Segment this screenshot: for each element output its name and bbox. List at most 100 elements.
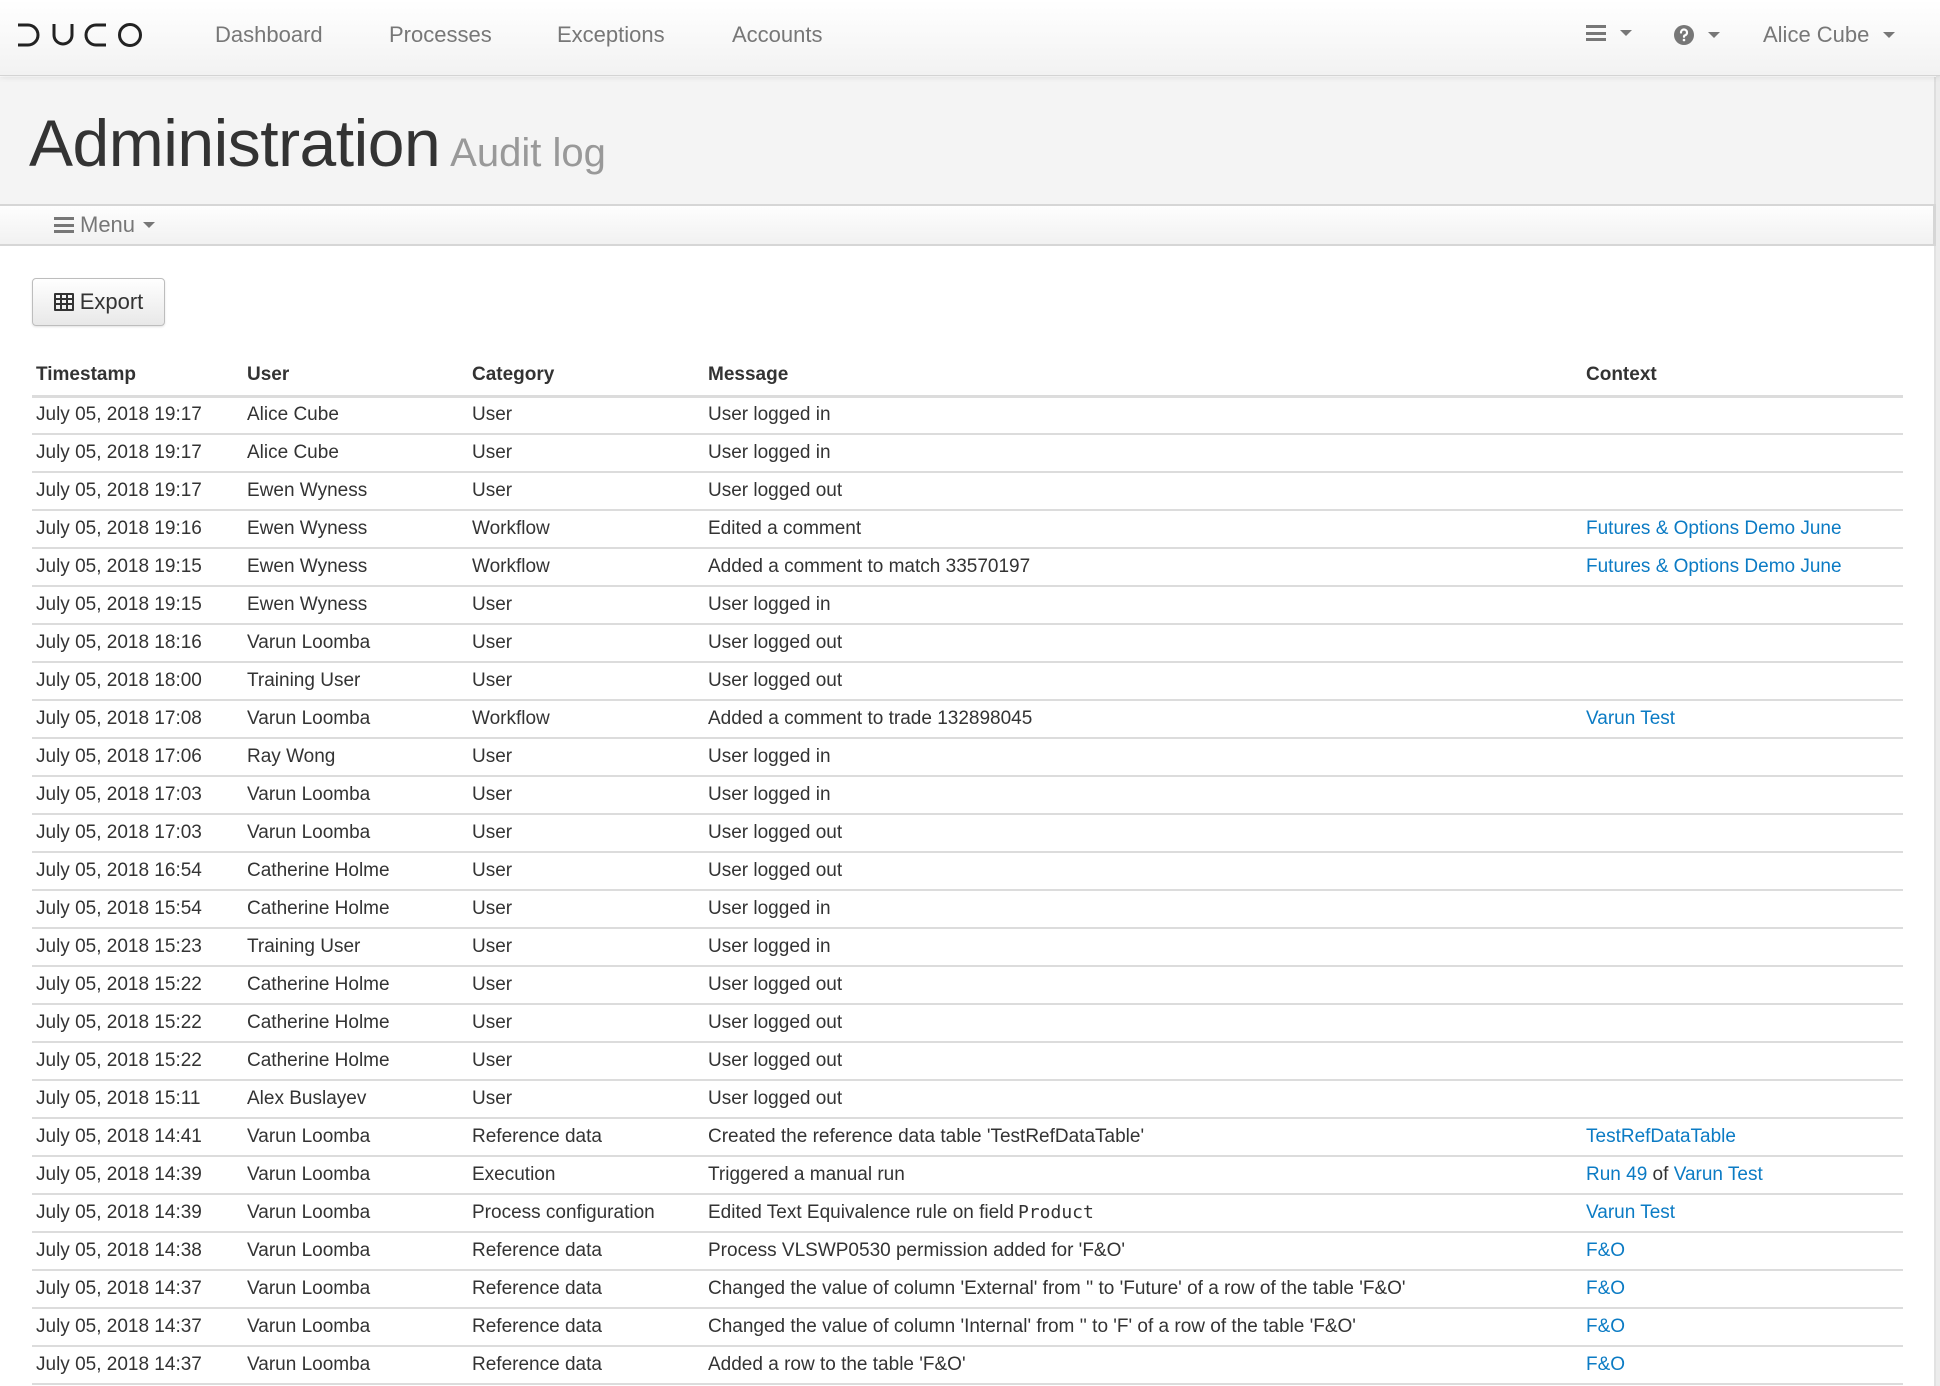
cell-timestamp: July 05, 2018 14:41 (32, 1118, 243, 1157)
cell-category: User (468, 662, 704, 701)
cell-user: Varun Loomba (243, 1156, 468, 1195)
context-text: of (1647, 1164, 1674, 1185)
logo-letter-d (18, 23, 40, 47)
context-link[interactable]: Run 49 (1586, 1164, 1647, 1185)
cell-message: User logged out (704, 1080, 1582, 1119)
cell-message: User logged in (704, 890, 1582, 929)
cell-timestamp: July 05, 2018 15:23 (32, 928, 243, 967)
cell-category: Reference data (468, 1270, 704, 1309)
column-header-message[interactable]: Message (704, 356, 1582, 398)
message-text: Changed the value of column 'Internal' f… (708, 1316, 1356, 1337)
column-header-category[interactable]: Category (468, 356, 704, 398)
cell-timestamp: July 05, 2018 17:03 (32, 776, 243, 815)
cell-category: Process configuration (468, 1194, 704, 1233)
cell-category: User (468, 890, 704, 929)
main-content: Export Timestamp User Category Message C… (0, 246, 1936, 1386)
cell-user: Alice Cube (243, 396, 468, 435)
context-link[interactable]: F&O (1586, 1354, 1625, 1375)
cell-user: Alex Buslayev (243, 1080, 468, 1119)
page-title: Administration Audit log (29, 105, 606, 181)
cell-category: Workflow (468, 548, 704, 587)
context-link[interactable]: Varun Test (1586, 1202, 1675, 1223)
cell-user: Alice Cube (243, 434, 468, 473)
nav-dashboard[interactable]: Dashboard (215, 22, 323, 48)
column-header-context[interactable]: Context (1582, 356, 1903, 398)
app-menu-dropdown[interactable] (1586, 25, 1632, 41)
table-icon (53, 293, 74, 311)
context-link[interactable]: TestRefDataTable (1586, 1126, 1736, 1147)
cell-context (1582, 1080, 1903, 1119)
cell-category: Reference data (468, 1308, 704, 1347)
cell-timestamp: July 05, 2018 17:03 (32, 814, 243, 853)
context-link[interactable]: Varun Test (1586, 708, 1675, 729)
cell-context: Futures & Options Demo June (1582, 548, 1903, 587)
context-link[interactable]: F&O (1586, 1240, 1625, 1261)
context-link[interactable]: Futures & Options Demo June (1586, 556, 1842, 577)
cell-timestamp: July 05, 2018 14:37 (32, 1270, 243, 1309)
cell-message: Added a comment to trade 132898045 (704, 700, 1582, 739)
message-text: Edited Text Equivalence rule on field (708, 1202, 1014, 1223)
cell-timestamp: July 05, 2018 18:16 (32, 624, 243, 663)
cell-context (1582, 738, 1903, 777)
cell-timestamp: July 05, 2018 19:15 (32, 548, 243, 587)
user-dropdown[interactable]: Alice Cube (1763, 22, 1896, 48)
context-link[interactable]: Varun Test (1674, 1164, 1763, 1185)
cell-timestamp: July 05, 2018 17:06 (32, 738, 243, 777)
table-row: July 05, 2018 17:03 Varun Loomba User User … (32, 814, 1903, 853)
cell-context (1582, 624, 1903, 663)
cell-user: Catherine Holme (243, 1042, 468, 1081)
message-text: Changed the value of column 'External' f… (708, 1278, 1406, 1299)
context-link[interactable]: F&O (1586, 1278, 1625, 1299)
caret-down-icon (1620, 30, 1632, 36)
cell-user: Varun Loomba (243, 1270, 468, 1309)
caret-down-icon (1883, 32, 1896, 38)
menu-dropdown-button[interactable]: Menu (54, 212, 156, 238)
message-text: User logged in (708, 594, 831, 615)
context-link[interactable]: F&O (1586, 1316, 1625, 1337)
cell-category: Workflow (468, 700, 704, 739)
cell-category: Workflow (468, 510, 704, 549)
cell-message: Created the reference data table 'TestRe… (704, 1118, 1582, 1157)
table-row: July 05, 2018 14:37 Varun Loomba Reference… (32, 1308, 1903, 1347)
cell-category: Execution (468, 1156, 704, 1195)
nav-accounts[interactable]: Accounts (732, 22, 823, 48)
cell-user: Catherine Holme (243, 852, 468, 891)
table-row: July 05, 2018 17:06 Ray Wong User User logg… (32, 738, 1903, 777)
table-row: July 05, 2018 19:15 Ewen Wyness User User l… (32, 586, 1903, 625)
message-text: User logged in (708, 784, 831, 805)
cell-context (1582, 396, 1903, 435)
cell-category: User (468, 928, 704, 967)
context-link[interactable]: Futures & Options Demo June (1586, 518, 1842, 539)
cell-context (1582, 472, 1903, 511)
message-text: User logged out (708, 860, 843, 881)
message-text: Edited a comment (708, 518, 862, 539)
cell-category: User (468, 396, 704, 435)
logo-letter-u (52, 24, 74, 46)
table-row: July 05, 2018 15:11 Alex Buslayev User User… (32, 1080, 1903, 1119)
column-header-user[interactable]: User (243, 356, 468, 398)
help-dropdown[interactable] (1674, 25, 1720, 45)
cell-context (1582, 586, 1903, 625)
cell-message: User logged out (704, 472, 1582, 511)
cell-user: Ray Wong (243, 738, 468, 777)
table-row: July 05, 2018 14:39 Varun Loomba Execution… (32, 1156, 1903, 1195)
cell-message: User logged out (704, 1004, 1582, 1043)
cell-category: User (468, 1004, 704, 1043)
cell-context: F&O (1582, 1308, 1903, 1347)
cell-user: Ewen Wyness (243, 586, 468, 625)
nav-exceptions[interactable]: Exceptions (557, 22, 665, 48)
audit-log-table: Timestamp User Category Message Context … (32, 356, 1903, 1385)
cell-category: User (468, 814, 704, 853)
cell-message: User logged in (704, 738, 1582, 777)
menu-label: Menu (80, 212, 136, 237)
nav-processes[interactable]: Processes (389, 22, 492, 48)
cell-timestamp: July 05, 2018 19:16 (32, 510, 243, 549)
export-button[interactable]: Export (32, 278, 165, 326)
cell-timestamp: July 05, 2018 19:15 (32, 586, 243, 625)
message-text: User logged in (708, 936, 831, 957)
column-header-timestamp[interactable]: Timestamp (32, 356, 243, 398)
cell-category: User (468, 1042, 704, 1081)
message-text: User logged out (708, 822, 843, 843)
duco-logo[interactable] (16, 22, 143, 48)
caret-down-icon (1708, 32, 1720, 38)
